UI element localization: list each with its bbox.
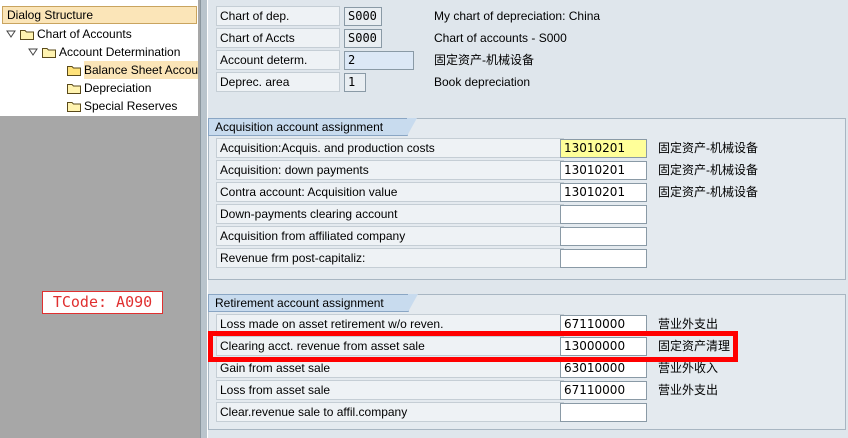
tree-node-label: Account Determination [59, 45, 181, 59]
deprec-area-value: 1 [344, 73, 366, 92]
retirement-group-title: Retirement account assignment [208, 294, 418, 312]
dialog-structure-header: Dialog Structure [2, 6, 197, 24]
acq-affiliated-company-input[interactable] [560, 227, 647, 246]
acq-down-payments-label: Acquisition: down payments [216, 160, 564, 180]
revenue-post-capitaliz-label: Revenue frm post-capitaliz: [216, 248, 564, 268]
tree-node-special-reserves[interactable]: Special Reserves [67, 97, 177, 115]
tree-node-label: Special Reserves [84, 99, 178, 113]
tree-node-balance-sheet-accounts[interactable]: Balance Sheet Accou [67, 61, 198, 79]
loss-asset-sale-label: Loss from asset sale [216, 380, 564, 400]
acq-production-costs-label: Acquisition:Acquis. and production costs [216, 138, 564, 158]
tree-node-label: Depreciation [84, 81, 152, 95]
acq-down-payments-input[interactable]: 13010201 [560, 161, 647, 180]
loss-asset-sale-input[interactable]: 67110000 [560, 381, 647, 400]
chart-of-dep-description: My chart of depreciation: China [434, 9, 601, 23]
tree-node-account-determination[interactable]: Account Determination [28, 43, 180, 61]
tree-node-depreciation[interactable]: Depreciation [67, 79, 151, 97]
contra-acq-value-label: Contra account: Acquisition value [216, 182, 564, 202]
chart-of-accts-value: S000 [344, 29, 382, 48]
dialog-structure-tree: Dialog Structure Chart of Accounts Accou… [0, 0, 198, 116]
down-payments-clearing-input[interactable] [560, 205, 647, 224]
clear-revenue-affil-company-input[interactable] [560, 403, 647, 422]
pane-splitter[interactable] [200, 0, 208, 438]
triangle-down-icon[interactable] [6, 29, 16, 39]
tree-node-chart-of-accounts[interactable]: Chart of Accounts [6, 25, 132, 43]
loss-asset-sale-description: 营业外支出 [658, 383, 719, 397]
account-determ-description: 固定资产-机械设备 [434, 53, 534, 67]
contra-acq-value-description: 固定资产-机械设备 [658, 185, 758, 199]
triangle-down-icon[interactable] [28, 47, 38, 57]
clear-revenue-affil-company-label: Clear.revenue sale to affil.company [216, 402, 564, 422]
folder-icon [20, 29, 34, 40]
account-determ-value: 2 [344, 51, 414, 70]
folder-icon [42, 47, 56, 58]
folder-icon [67, 101, 81, 112]
tree-node-label: Balance Sheet Accou [84, 61, 198, 79]
highlight-annotation-box [208, 331, 738, 362]
contra-acq-value-input[interactable]: 13010201 [560, 183, 647, 202]
chart-of-dep-label: Chart of dep. [216, 6, 340, 26]
chart-of-dep-value: S000 [344, 7, 382, 26]
acq-production-costs-input[interactable]: 13010201 [560, 139, 647, 158]
open-folder-icon [67, 65, 81, 76]
acq-affiliated-company-label: Acquisition from affiliated company [216, 226, 564, 246]
chart-of-accts-label: Chart of Accts [216, 28, 340, 48]
chart-of-accts-description: Chart of accounts - S000 [434, 31, 567, 45]
down-payments-clearing-label: Down-payments clearing account [216, 204, 564, 224]
folder-icon [67, 83, 81, 94]
revenue-post-capitaliz-input[interactable] [560, 249, 647, 268]
account-determ-label: Account determ. [216, 50, 340, 70]
acq-production-costs-description: 固定资产-机械设备 [658, 141, 758, 155]
acq-down-payments-description: 固定资产-机械设备 [658, 163, 758, 177]
dialog-structure-pane: Dialog Structure Chart of Accounts Accou… [0, 0, 200, 438]
deprec-area-description: Book depreciation [434, 75, 531, 89]
deprec-area-label: Deprec. area [216, 72, 340, 92]
tcode-annotation: TCode: A090 [42, 291, 163, 314]
tree-node-label: Chart of Accounts [37, 27, 132, 41]
acquisition-group-title: Acquisition account assignment [208, 118, 418, 136]
main-content: Chart of dep. S000 My chart of depreciat… [208, 0, 848, 438]
